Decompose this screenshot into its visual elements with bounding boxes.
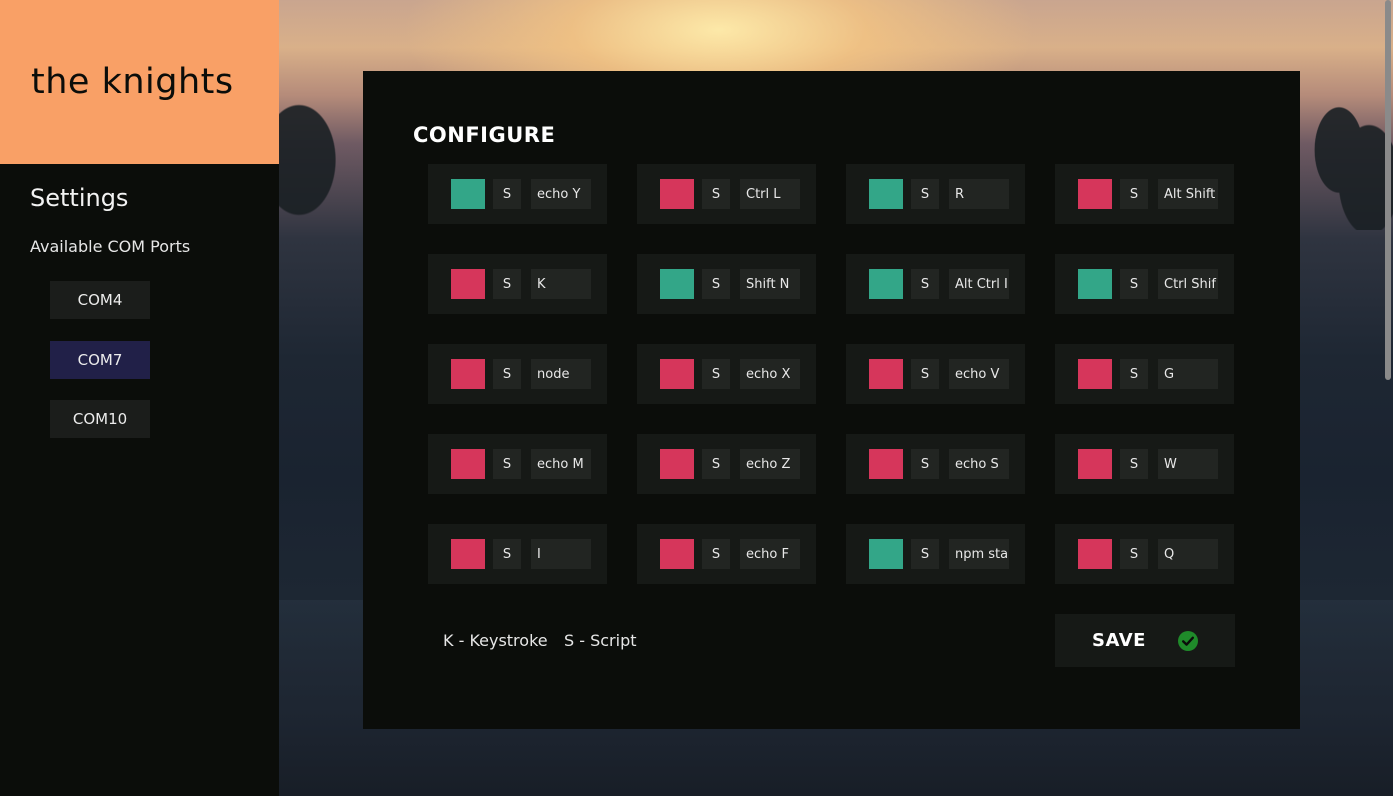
brand-title: the knights (31, 62, 234, 102)
key-config-cell: Snode (428, 344, 607, 404)
key-mode-toggle[interactable]: S (1120, 269, 1148, 299)
key-mode-toggle[interactable]: S (911, 179, 939, 209)
key-config-cell: S Ctrl Shif (1055, 254, 1234, 314)
legend-script: S - Script (564, 631, 637, 650)
key-mode-toggle[interactable]: S (493, 179, 521, 209)
key-mode-toggle[interactable]: S (1120, 179, 1148, 209)
key-color-swatch[interactable] (1078, 179, 1112, 209)
key-command-input[interactable]: echo Z (740, 449, 800, 479)
key-mode-toggle[interactable]: S (702, 179, 730, 209)
key-config-cell: SG (1055, 344, 1234, 404)
key-config-cell: S Alt Ctrl I (846, 254, 1025, 314)
key-mode-toggle[interactable]: S (702, 269, 730, 299)
key-mode-toggle[interactable]: S (702, 359, 730, 389)
key-mode-toggle[interactable]: S (911, 269, 939, 299)
key-color-swatch[interactable] (451, 179, 485, 209)
key-mode-toggle[interactable]: S (911, 359, 939, 389)
key-color-swatch[interactable] (660, 269, 694, 299)
key-config-cell: Secho M (428, 434, 607, 494)
key-config-cell: SW (1055, 434, 1234, 494)
key-config-cell: SI (428, 524, 607, 584)
key-command-input[interactable]: echo X (740, 359, 800, 389)
com-port-button-com7[interactable]: COM7 (50, 341, 150, 379)
com-port-button-com10[interactable]: COM10 (50, 400, 150, 438)
key-config-cell: Secho S (846, 434, 1025, 494)
key-command-input[interactable]: echo Y (531, 179, 591, 209)
key-config-cell: S Shift N (637, 254, 816, 314)
key-color-swatch[interactable] (660, 449, 694, 479)
key-color-swatch[interactable] (660, 179, 694, 209)
key-command-input[interactable]: Alt Shift (1158, 179, 1218, 209)
key-mode-toggle[interactable]: S (911, 449, 939, 479)
key-config-cell: S Alt Shift (1055, 164, 1234, 224)
key-mode-toggle[interactable]: S (1120, 449, 1148, 479)
key-color-swatch[interactable] (1078, 539, 1112, 569)
key-command-input[interactable]: W (1158, 449, 1218, 479)
key-command-input[interactable]: echo M (531, 449, 591, 479)
key-color-swatch[interactable] (1078, 359, 1112, 389)
key-command-input[interactable]: echo V (949, 359, 1009, 389)
key-config-cell: Secho V (846, 344, 1025, 404)
key-command-input[interactable]: K (531, 269, 591, 299)
key-color-swatch[interactable] (451, 269, 485, 299)
key-command-input[interactable]: Alt Ctrl I (949, 269, 1009, 299)
com-ports-label: Available COM Ports (30, 237, 191, 256)
key-config-cell: SK (428, 254, 607, 314)
key-config-cell: S Ctrl L (637, 164, 816, 224)
key-color-swatch[interactable] (869, 539, 903, 569)
key-color-swatch[interactable] (1078, 449, 1112, 479)
key-color-swatch[interactable] (869, 449, 903, 479)
page-scrollbar[interactable] (1383, 0, 1393, 796)
key-config-cell: Secho F (637, 524, 816, 584)
key-config-cell: Snpm sta (846, 524, 1025, 584)
key-command-input[interactable]: Ctrl L (740, 179, 800, 209)
key-mode-toggle[interactable]: S (493, 449, 521, 479)
key-color-swatch[interactable] (869, 359, 903, 389)
key-config-cell: Secho X (637, 344, 816, 404)
key-config-cell: SR (846, 164, 1025, 224)
key-mode-toggle[interactable]: S (493, 539, 521, 569)
scrollbar-thumb[interactable] (1385, 0, 1391, 380)
key-config-cell: SQ (1055, 524, 1234, 584)
key-color-swatch[interactable] (451, 449, 485, 479)
key-mode-toggle[interactable]: S (1120, 359, 1148, 389)
key-color-swatch[interactable] (660, 539, 694, 569)
key-command-input[interactable]: npm sta (949, 539, 1009, 569)
key-color-swatch[interactable] (451, 359, 485, 389)
key-config-cell: Secho Z (637, 434, 816, 494)
settings-title: Settings (30, 184, 129, 212)
key-command-input[interactable]: Ctrl Shif (1158, 269, 1218, 299)
key-command-input[interactable]: Shift N (740, 269, 800, 299)
page-title: CONFIGURE (413, 123, 556, 147)
key-mode-toggle[interactable]: S (493, 359, 521, 389)
save-label: SAVE (1092, 630, 1146, 651)
key-command-input[interactable]: echo S (949, 449, 1009, 479)
key-mode-toggle[interactable]: S (911, 539, 939, 569)
key-color-swatch[interactable] (869, 269, 903, 299)
save-button[interactable]: SAVE (1055, 614, 1235, 667)
key-color-swatch[interactable] (869, 179, 903, 209)
key-command-input[interactable]: I (531, 539, 591, 569)
check-circle-icon (1177, 630, 1198, 651)
com-port-button-com4[interactable]: COM4 (50, 281, 150, 319)
key-command-input[interactable]: R (949, 179, 1009, 209)
key-mode-toggle[interactable]: S (1120, 539, 1148, 569)
key-command-input[interactable]: echo F (740, 539, 800, 569)
brand-header: the knights (0, 0, 279, 164)
key-config-cell: Secho Y (428, 164, 607, 224)
key-mode-toggle[interactable]: S (702, 449, 730, 479)
key-mode-toggle[interactable]: S (702, 539, 730, 569)
key-color-swatch[interactable] (451, 539, 485, 569)
configure-panel: CONFIGURE Secho Y S Ctrl L S R S Alt Shift S K S S… (363, 71, 1300, 729)
legend-keystroke: K - Keystroke (443, 631, 548, 650)
key-command-input[interactable]: Q (1158, 539, 1218, 569)
key-color-swatch[interactable] (1078, 269, 1112, 299)
key-command-input[interactable]: node (531, 359, 591, 389)
key-mode-toggle[interactable]: S (493, 269, 521, 299)
key-command-input[interactable]: G (1158, 359, 1218, 389)
key-color-swatch[interactable] (660, 359, 694, 389)
sidebar: the knights Settings Available COM Ports… (0, 0, 279, 796)
